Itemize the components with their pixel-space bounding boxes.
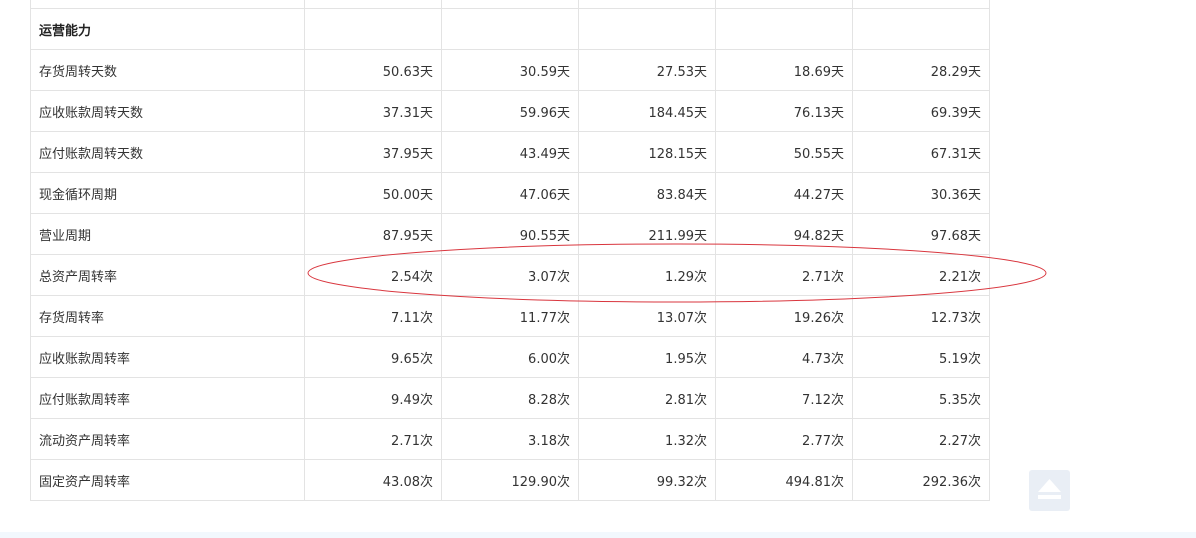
value-cell: 28.29天 [852,49,990,91]
value-cell: 37.31天 [304,90,442,132]
value-cell: 90.55天 [441,213,579,255]
row-label: 存货周转率 [30,295,305,337]
value-cell: 2.71次 [715,254,853,296]
value-cell: 2.81次 [578,377,716,419]
up-arrow-shape [1038,479,1061,492]
value-cell: 30.59天 [441,49,579,91]
stub-cell [578,0,716,9]
value-cell: 6.00次 [441,336,579,378]
table-row-previous-stub [30,0,990,9]
value-cell: 97.68天 [852,213,990,255]
row-label: 应付账款周转率 [30,377,305,419]
value-cell: 37.95天 [304,131,442,173]
value-cell: 7.12次 [715,377,853,419]
value-cell: 494.81次 [715,459,853,501]
value-cell: 50.00天 [304,172,442,214]
value-cell: 2.27次 [852,418,990,460]
value-cell: 1.32次 [578,418,716,460]
empty-cell [304,8,442,50]
value-cell: 94.82天 [715,213,853,255]
operating-capability-table-container: 运营能力 存货周转天数 50.63天 30.59天 27.53天 18.69天 … [30,0,990,501]
value-cell: 87.95天 [304,213,442,255]
row-label: 现金循环周期 [30,172,305,214]
back-to-top-icon [1038,479,1061,499]
value-cell: 50.55天 [715,131,853,173]
operating-capability-table: 运营能力 存货周转天数 50.63天 30.59天 27.53天 18.69天 … [30,0,990,501]
section-title: 运营能力 [30,8,305,50]
value-cell: 12.73次 [852,295,990,337]
table-row: 流动资产周转率 2.71次 3.18次 1.32次 2.77次 2.27次 [30,418,990,460]
table-row: 应收账款周转率 9.65次 6.00次 1.95次 4.73次 5.19次 [30,336,990,378]
value-cell: 292.36次 [852,459,990,501]
value-cell: 1.29次 [578,254,716,296]
value-cell: 184.45天 [578,90,716,132]
table-row: 存货周转率 7.11次 11.77次 13.07次 19.26次 12.73次 [30,295,990,337]
value-cell: 211.99天 [578,213,716,255]
value-cell: 99.32次 [578,459,716,501]
table-row: 应付账款周转天数 37.95天 43.49天 128.15天 50.55天 67… [30,131,990,173]
table-row-highlighted: 总资产周转率 2.54次 3.07次 1.29次 2.71次 2.21次 [30,254,990,296]
value-cell: 76.13天 [715,90,853,132]
empty-cell [578,8,716,50]
value-cell: 3.18次 [441,418,579,460]
value-cell: 67.31天 [852,131,990,173]
row-label: 流动资产周转率 [30,418,305,460]
value-cell: 30.36天 [852,172,990,214]
table-row: 存货周转天数 50.63天 30.59天 27.53天 18.69天 28.29… [30,49,990,91]
value-cell: 69.39天 [852,90,990,132]
row-label: 营业周期 [30,213,305,255]
stub-cell [304,0,442,9]
stub-cell [852,0,990,9]
row-label: 应收账款周转天数 [30,90,305,132]
stub-cell [30,0,305,9]
value-cell: 13.07次 [578,295,716,337]
row-label: 总资产周转率 [30,254,305,296]
stub-cell [441,0,579,9]
value-cell: 18.69天 [715,49,853,91]
value-cell: 4.73次 [715,336,853,378]
section-header-row: 运营能力 [30,8,990,50]
value-cell: 83.84天 [578,172,716,214]
page-bottom-band [0,532,1196,538]
value-cell: 11.77次 [441,295,579,337]
empty-cell [852,8,990,50]
value-cell: 1.95次 [578,336,716,378]
value-cell: 47.06天 [441,172,579,214]
value-cell: 50.63天 [304,49,442,91]
value-cell: 7.11次 [304,295,442,337]
table-row: 应付账款周转率 9.49次 8.28次 2.81次 7.12次 5.35次 [30,377,990,419]
table-row: 现金循环周期 50.00天 47.06天 83.84天 44.27天 30.36… [30,172,990,214]
stub-cell [715,0,853,9]
table-row: 固定资产周转率 43.08次 129.90次 99.32次 494.81次 29… [30,459,990,501]
value-cell: 44.27天 [715,172,853,214]
row-label: 应付账款周转天数 [30,131,305,173]
value-cell: 19.26次 [715,295,853,337]
value-cell: 59.96天 [441,90,579,132]
value-cell: 43.49天 [441,131,579,173]
row-label: 应收账款周转率 [30,336,305,378]
empty-cell [715,8,853,50]
value-cell: 2.54次 [304,254,442,296]
value-cell: 2.21次 [852,254,990,296]
value-cell: 9.65次 [304,336,442,378]
empty-cell [441,8,579,50]
value-cell: 9.49次 [304,377,442,419]
row-label: 存货周转天数 [30,49,305,91]
value-cell: 5.35次 [852,377,990,419]
value-cell: 3.07次 [441,254,579,296]
value-cell: 5.19次 [852,336,990,378]
bar-shape [1038,495,1061,499]
value-cell: 129.90次 [441,459,579,501]
table-row: 营业周期 87.95天 90.55天 211.99天 94.82天 97.68天 [30,213,990,255]
value-cell: 8.28次 [441,377,579,419]
back-to-top-button[interactable] [1029,470,1070,511]
table-row: 应收账款周转天数 37.31天 59.96天 184.45天 76.13天 69… [30,90,990,132]
value-cell: 2.71次 [304,418,442,460]
value-cell: 128.15天 [578,131,716,173]
value-cell: 43.08次 [304,459,442,501]
value-cell: 27.53天 [578,49,716,91]
row-label: 固定资产周转率 [30,459,305,501]
value-cell: 2.77次 [715,418,853,460]
